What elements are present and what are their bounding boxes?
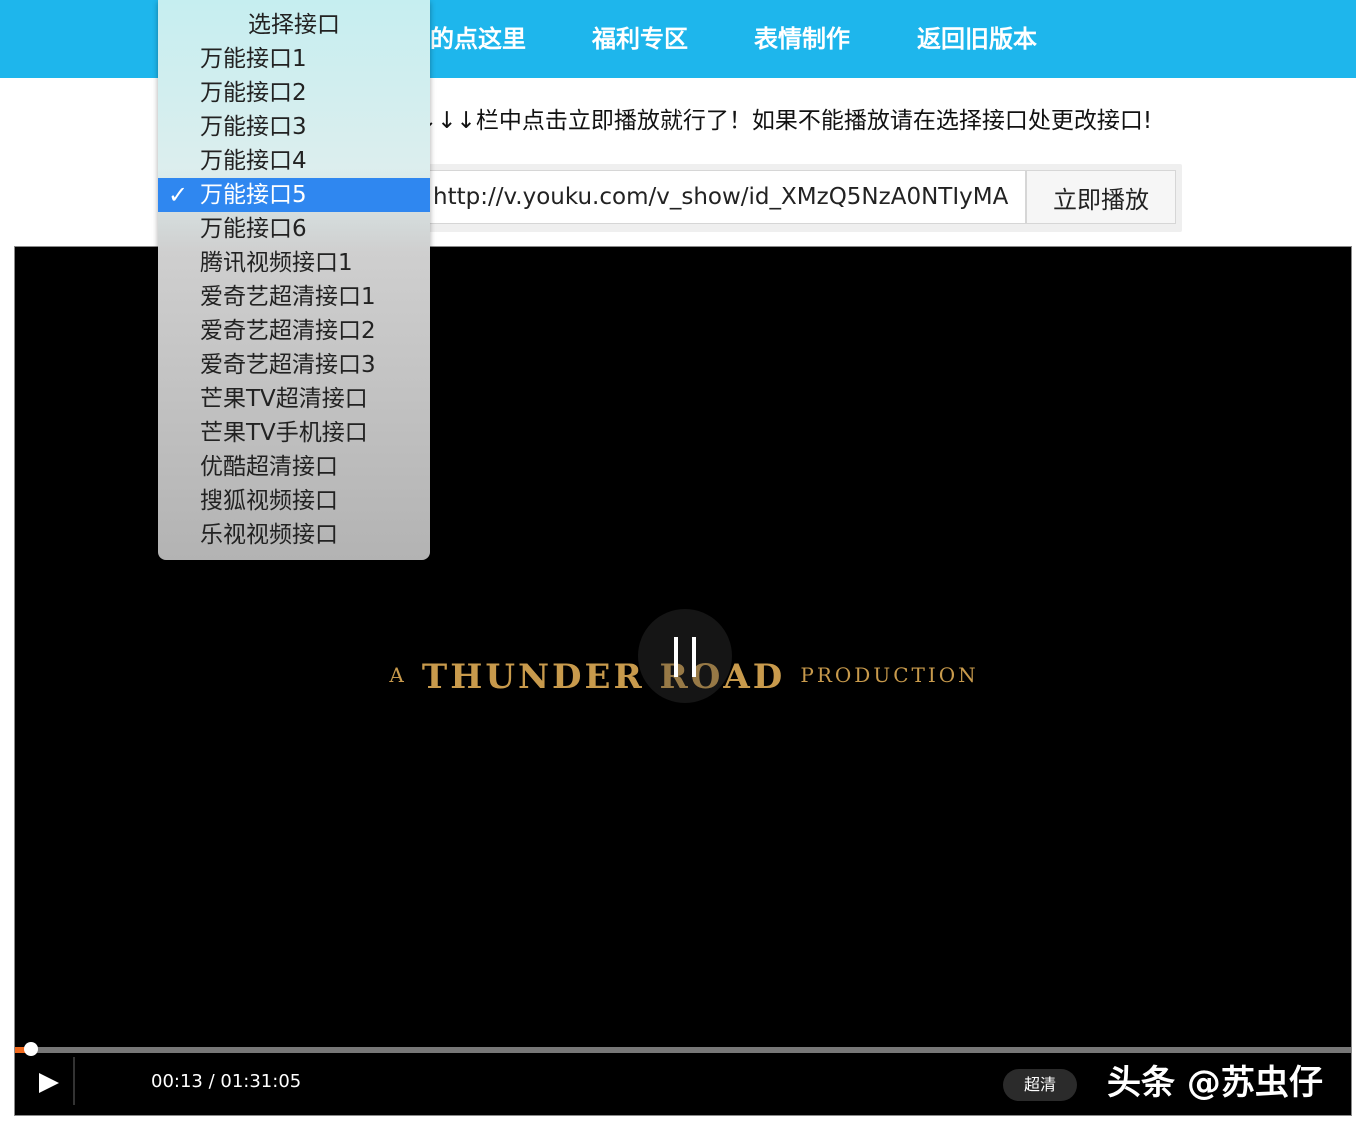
select-option-label: 优酷超清接口 bbox=[200, 454, 338, 480]
video-frame-prefix: A bbox=[389, 663, 407, 687]
interface-select-menu[interactable]: 选择接口 万能接口1 万能接口2 万能接口3 万能接口4 ✓ 万能接口5 万能接口6 腾讯视频… bbox=[158, 0, 430, 560]
select-option-label: 爱奇艺超清接口3 bbox=[200, 352, 376, 378]
select-header: 选择接口 bbox=[158, 8, 430, 42]
nav-item-click-here[interactable]: 的点这里 bbox=[430, 22, 526, 56]
select-option[interactable]: 万能接口6 bbox=[158, 212, 430, 246]
duration: 01:31:05 bbox=[220, 1071, 302, 1092]
select-option[interactable]: 芒果TV超清接口 bbox=[158, 382, 430, 416]
select-option[interactable]: 万能接口1 bbox=[158, 42, 430, 76]
select-option[interactable]: 万能接口3 bbox=[158, 110, 430, 144]
select-option[interactable]: 爱奇艺超清接口3 bbox=[158, 348, 430, 382]
video-url-input[interactable] bbox=[424, 170, 1026, 224]
select-option-label: 爱奇艺超清接口2 bbox=[200, 318, 376, 344]
watermark: 头条 @苏虫仔 bbox=[1107, 1063, 1323, 1103]
play-icon[interactable] bbox=[35, 1065, 65, 1101]
select-option[interactable]: 爱奇艺超清接口2 bbox=[158, 314, 430, 348]
select-option[interactable]: 腾讯视频接口1 bbox=[158, 246, 430, 280]
select-header-label: 选择接口 bbox=[248, 12, 340, 38]
nav-item-emoji-maker[interactable]: 表情制作 bbox=[754, 22, 850, 56]
select-option-label: 芒果TV超清接口 bbox=[200, 386, 368, 412]
select-option[interactable]: 爱奇艺超清接口1 bbox=[158, 280, 430, 314]
select-option[interactable]: 搜狐视频接口 bbox=[158, 484, 430, 518]
quality-button[interactable]: 超清 bbox=[1003, 1069, 1077, 1101]
nav-item-old-version[interactable]: 返回旧版本 bbox=[917, 22, 1037, 56]
select-option-label: 万能接口2 bbox=[200, 80, 307, 106]
control-divider bbox=[73, 1057, 75, 1105]
pause-icon[interactable] bbox=[638, 609, 732, 703]
select-option-label: 万能接口1 bbox=[200, 46, 307, 72]
select-option[interactable]: 优酷超清接口 bbox=[158, 450, 430, 484]
current-time: 00:13 bbox=[151, 1071, 203, 1092]
select-option-label: 乐视视频接口 bbox=[200, 522, 338, 548]
pause-bar-right bbox=[692, 637, 696, 677]
select-option-label: 芒果TV手机接口 bbox=[200, 420, 368, 446]
select-option-label: 万能接口6 bbox=[200, 216, 307, 242]
play-icon-svg bbox=[39, 1073, 59, 1093]
select-option-label: 搜狐视频接口 bbox=[200, 488, 338, 514]
select-option[interactable]: 万能接口2 bbox=[158, 76, 430, 110]
progress-bar[interactable] bbox=[15, 1042, 1351, 1056]
nav-item-welfare[interactable]: 福利专区 bbox=[592, 22, 688, 56]
page: 的点这里 福利专区 表情制作 返回旧版本 ↓↓↓栏中点击立即播放就行了！如果不能… bbox=[0, 0, 1356, 1130]
instruction-text: ↓↓↓栏中点击立即播放就行了！如果不能播放请在选择接口处更改接口! bbox=[418, 108, 1153, 134]
pause-bar-left bbox=[674, 637, 678, 677]
select-option-label: 万能接口3 bbox=[200, 114, 307, 140]
select-option-label: 万能接口5 bbox=[200, 182, 307, 208]
url-bar: 立即播放 bbox=[418, 164, 1182, 232]
video-frame-suffix: PRODUCTION bbox=[800, 663, 979, 687]
select-option-label: 爱奇艺超清接口1 bbox=[200, 284, 376, 310]
select-option[interactable]: ✓ 万能接口5 bbox=[158, 178, 430, 212]
select-option[interactable]: 万能接口4 bbox=[158, 144, 430, 178]
select-option[interactable]: 芒果TV手机接口 bbox=[158, 416, 430, 450]
play-now-button[interactable]: 立即播放 bbox=[1026, 170, 1176, 224]
time-separator: / bbox=[202, 1071, 221, 1092]
progress-handle[interactable] bbox=[24, 1042, 38, 1056]
select-option-label: 腾讯视频接口1 bbox=[200, 250, 353, 276]
time-display: 00:13 / 01:31:05 bbox=[151, 1071, 301, 1092]
check-icon: ✓ bbox=[168, 181, 189, 209]
select-option[interactable]: 乐视视频接口 bbox=[158, 518, 430, 552]
select-option-label: 万能接口4 bbox=[200, 148, 307, 174]
